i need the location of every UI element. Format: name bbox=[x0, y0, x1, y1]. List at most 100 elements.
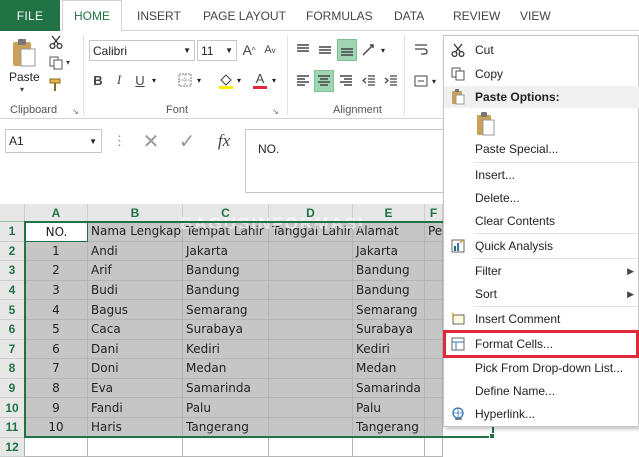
cell[interactable]: NO. bbox=[25, 222, 88, 242]
row-header[interactable]: 9 bbox=[0, 378, 25, 399]
cell[interactable]: Jakarta bbox=[183, 241, 269, 262]
row-header[interactable]: 12 bbox=[0, 437, 25, 457]
tab-file[interactable]: FILE bbox=[0, 0, 60, 31]
menu-item-copy[interactable]: Copy bbox=[444, 63, 639, 85]
insert-function-icon[interactable]: fx bbox=[210, 129, 238, 153]
cell[interactable] bbox=[269, 339, 353, 360]
fill-color-icon[interactable] bbox=[217, 71, 235, 91]
menu-item-format-cells[interactable]: Format Cells... bbox=[444, 333, 639, 355]
cell[interactable]: Tanggal Lahir bbox=[269, 222, 353, 242]
cell[interactable] bbox=[425, 241, 443, 262]
cell[interactable]: Palu bbox=[353, 398, 425, 418]
tab-formulas[interactable]: FORMULAS bbox=[306, 0, 373, 31]
cell[interactable]: Andi bbox=[88, 241, 183, 262]
font-launcher-icon[interactable]: ↘ bbox=[272, 107, 279, 116]
fill-color-dropdown-icon[interactable]: ▾ bbox=[237, 76, 241, 85]
increase-indent-icon[interactable] bbox=[382, 72, 400, 90]
column-header-f[interactable]: F bbox=[425, 204, 443, 222]
row-header[interactable]: 2 bbox=[0, 241, 25, 262]
cell[interactable] bbox=[269, 320, 353, 340]
cell[interactable] bbox=[269, 359, 353, 379]
borders-dropdown-icon[interactable]: ▾ bbox=[197, 76, 201, 85]
row-header[interactable]: 4 bbox=[0, 280, 25, 301]
align-bottom-icon[interactable] bbox=[337, 39, 357, 61]
cut-icon[interactable] bbox=[48, 34, 64, 50]
cell[interactable]: Bagus bbox=[88, 300, 183, 320]
copy-icon[interactable] bbox=[48, 55, 64, 71]
menu-item-sort[interactable]: Sort ▶ bbox=[444, 283, 639, 305]
cell[interactable]: Nama Lengkap bbox=[88, 222, 183, 242]
align-middle-icon[interactable] bbox=[316, 41, 334, 59]
name-box[interactable]: A1 ▼ bbox=[5, 129, 102, 153]
cell[interactable]: 5 bbox=[25, 320, 88, 340]
menu-item-paste-special[interactable]: Paste Special... bbox=[444, 138, 639, 160]
cell[interactable]: Tempat Lahir bbox=[183, 222, 269, 242]
cell[interactable]: 1 bbox=[25, 241, 88, 262]
orientation-icon[interactable] bbox=[360, 41, 380, 59]
cell[interactable] bbox=[425, 339, 443, 360]
paste-label[interactable]: Paste bbox=[9, 70, 40, 84]
underline-button[interactable]: U bbox=[132, 71, 148, 89]
font-family-select[interactable]: Calibri ▼ bbox=[89, 40, 195, 61]
cell[interactable]: 7 bbox=[25, 359, 88, 379]
tab-review[interactable]: REVIEW bbox=[453, 0, 500, 31]
tab-view[interactable]: VIEW bbox=[520, 0, 551, 31]
cell[interactable]: Doni bbox=[88, 359, 183, 379]
column-header-b[interactable]: B bbox=[88, 204, 183, 222]
clipboard-launcher-icon[interactable]: ↘ bbox=[72, 107, 79, 116]
cell[interactable] bbox=[425, 320, 443, 340]
font-color-icon[interactable]: A bbox=[252, 69, 268, 91]
cell[interactable] bbox=[425, 300, 443, 320]
cell[interactable] bbox=[269, 398, 353, 418]
cell[interactable] bbox=[353, 437, 425, 457]
decrease-indent-icon[interactable] bbox=[360, 72, 378, 90]
menu-item-cut[interactable]: Cut bbox=[444, 39, 639, 61]
cell[interactable]: Bandung bbox=[183, 261, 269, 281]
row-header[interactable]: 1 bbox=[0, 222, 25, 242]
cell[interactable]: 9 bbox=[25, 398, 88, 418]
italic-button[interactable]: I bbox=[111, 71, 127, 89]
enter-icon[interactable]: ✓ bbox=[175, 129, 199, 153]
cell[interactable] bbox=[425, 437, 443, 457]
select-all-corner[interactable] bbox=[0, 204, 25, 222]
row-header[interactable]: 6 bbox=[0, 320, 25, 340]
orientation-dropdown-icon[interactable]: ▾ bbox=[381, 46, 385, 55]
cell[interactable]: Fandi bbox=[88, 398, 183, 418]
cell[interactable]: Alamat bbox=[353, 222, 425, 242]
cell[interactable]: Palu bbox=[183, 398, 269, 418]
cell[interactable]: Pe bbox=[425, 222, 443, 242]
merge-dropdown-icon[interactable]: ▾ bbox=[432, 77, 436, 86]
cell[interactable]: Dani bbox=[88, 339, 183, 360]
tab-data[interactable]: DATA bbox=[394, 0, 424, 31]
cell[interactable]: Medan bbox=[183, 359, 269, 379]
paste-icon[interactable] bbox=[10, 37, 38, 69]
cell[interactable]: Kediri bbox=[183, 339, 269, 360]
cell[interactable]: 10 bbox=[25, 418, 88, 438]
cell[interactable]: Bandung bbox=[183, 280, 269, 301]
cell[interactable]: Tangerang bbox=[353, 418, 425, 438]
align-left-icon[interactable] bbox=[294, 72, 312, 90]
cancel-icon[interactable]: ✕ bbox=[139, 129, 163, 153]
cell[interactable] bbox=[425, 378, 443, 399]
cell[interactable]: Semarang bbox=[353, 300, 425, 320]
row-header[interactable]: 11 bbox=[0, 418, 25, 438]
cell[interactable]: 4 bbox=[25, 300, 88, 320]
column-header-c[interactable]: C bbox=[183, 204, 269, 222]
tab-insert[interactable]: INSERT bbox=[137, 0, 181, 31]
cell[interactable]: Budi bbox=[88, 280, 183, 301]
cell[interactable]: Surabaya bbox=[353, 320, 425, 340]
cell[interactable]: Samarinda bbox=[353, 378, 425, 399]
underline-dropdown-icon[interactable]: ▾ bbox=[152, 76, 156, 85]
cell[interactable]: Eva bbox=[88, 378, 183, 399]
font-color-dropdown-icon[interactable]: ▾ bbox=[272, 76, 276, 85]
menu-item-delete[interactable]: Delete... bbox=[444, 187, 639, 209]
cell[interactable] bbox=[88, 437, 183, 457]
cell[interactable]: Samarinda bbox=[183, 378, 269, 399]
cell[interactable]: 2 bbox=[25, 261, 88, 281]
cell[interactable] bbox=[269, 437, 353, 457]
cell[interactable]: Arif bbox=[88, 261, 183, 281]
cell[interactable] bbox=[425, 398, 443, 418]
menu-item-define-name[interactable]: Define Name... bbox=[444, 380, 639, 402]
copy-dropdown-icon[interactable]: ▾ bbox=[66, 58, 70, 67]
grow-font-icon[interactable]: A ^ bbox=[241, 41, 257, 59]
